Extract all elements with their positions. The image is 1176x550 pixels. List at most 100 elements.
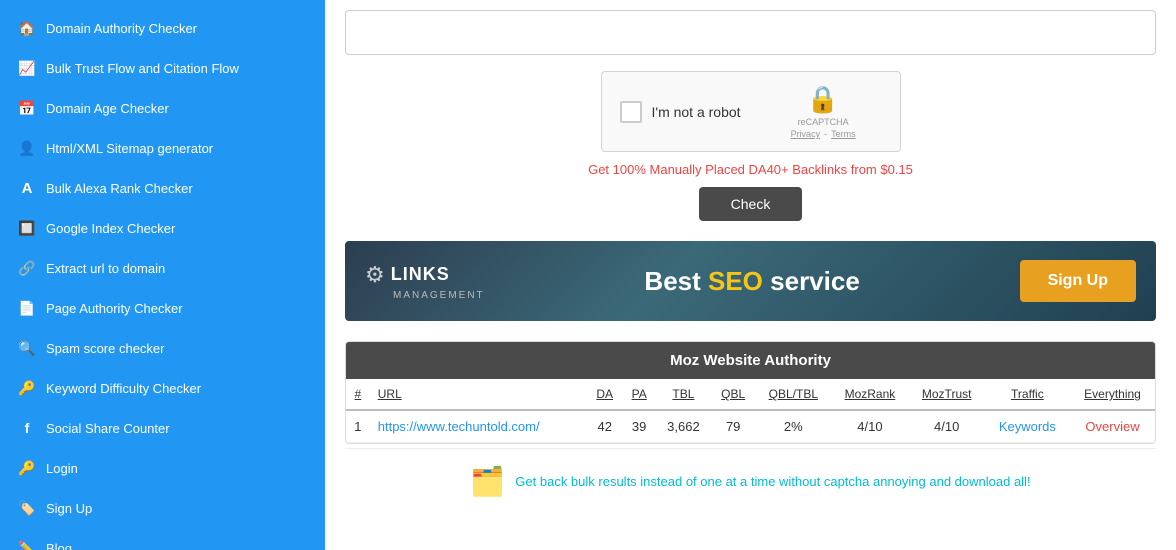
cell-pa: 39 xyxy=(622,410,656,443)
chart-icon: 📈 xyxy=(18,59,36,77)
sidebar: 🏠 Domain Authority Checker 📈 Bulk Trust … xyxy=(0,0,325,550)
sidebar-item-extract-url[interactable]: 🔗 Extract url to domain xyxy=(0,248,325,288)
sidebar-item-label: Bulk Trust Flow and Citation Flow xyxy=(46,61,239,76)
sidebar-item-bulk-trust-flow[interactable]: 📈 Bulk Trust Flow and Citation Flow xyxy=(0,48,325,88)
sidebar-item-label: Spam score checker xyxy=(46,341,165,356)
sidebar-item-html-sitemap[interactable]: 👤 Html/XML Sitemap generator xyxy=(0,128,325,168)
banner-signup-button[interactable]: Sign Up xyxy=(1020,260,1136,302)
table-header-row: # URL DA PA TBL QBL QBL/TBL MozRank MozT… xyxy=(346,379,1155,410)
col-mozrank: MozRank xyxy=(831,379,908,410)
promo-text: Get 100% Manually Placed DA40+ Backlinks… xyxy=(345,162,1156,177)
captcha-box: I'm not a robot 🔒 reCAPTCHA Privacy - Te… xyxy=(601,71,901,152)
col-everything: Everything xyxy=(1070,379,1155,410)
col-num: # xyxy=(346,379,370,410)
cell-moztrust: 4/10 xyxy=(909,410,985,443)
sidebar-item-social-share[interactable]: f Social Share Counter xyxy=(0,408,325,448)
col-traffic: Traffic xyxy=(985,379,1070,410)
everything-link[interactable]: Overview xyxy=(1085,419,1139,434)
captcha-checkbox[interactable] xyxy=(620,101,642,123)
sidebar-item-label: Domain Age Checker xyxy=(46,101,169,116)
url-textarea-wrapper xyxy=(345,10,1156,55)
login-icon: 🔑 xyxy=(18,459,36,477)
col-url: URL xyxy=(370,379,587,410)
captcha-label: I'm not a robot xyxy=(652,104,741,120)
col-qbl-tbl: QBL/TBL xyxy=(755,379,831,410)
links-management-banner: ⚙ LINKS MANAGEMENT Best SEO service Sign… xyxy=(345,241,1156,321)
url-textarea[interactable] xyxy=(346,11,1155,51)
page-icon: 📄 xyxy=(18,299,36,317)
sidebar-item-label: Sign Up xyxy=(46,501,92,516)
moz-table: # URL DA PA TBL QBL QBL/TBL MozRank MozT… xyxy=(346,379,1155,443)
sidebar-item-google-index[interactable]: 🔲 Google Index Checker xyxy=(0,208,325,248)
moz-table-wrapper: Moz Website Authority # URL DA PA TBL QB… xyxy=(345,341,1156,444)
tagline-prefix: Best xyxy=(644,266,708,296)
table-row: 1 https://www.techuntold.com/ 42 39 3,66… xyxy=(346,410,1155,443)
facebook-icon: f xyxy=(18,419,36,437)
cell-num: 1 xyxy=(346,410,370,443)
link-icon: 🔗 xyxy=(18,259,36,277)
tagline-suffix: service xyxy=(763,266,860,296)
captcha-right: 🔒 reCAPTCHA Privacy - Terms xyxy=(791,84,856,139)
signup-icon: 🏷️ xyxy=(18,499,36,517)
cell-tbl: 3,662 xyxy=(656,410,711,443)
calendar-icon: 📅 xyxy=(18,99,36,117)
sidebar-item-label: Login xyxy=(46,461,78,476)
col-moztrust: MozTrust xyxy=(909,379,985,410)
recaptcha-terms[interactable]: Terms xyxy=(831,129,856,139)
col-da: DA xyxy=(587,379,622,410)
col-pa: PA xyxy=(622,379,656,410)
sidebar-item-keyword-difficulty[interactable]: 🔑 Keyword Difficulty Checker xyxy=(0,368,325,408)
sidebar-item-label: Extract url to domain xyxy=(46,261,165,276)
tagline-seo: SEO xyxy=(708,266,763,296)
main-content: I'm not a robot 🔒 reCAPTCHA Privacy - Te… xyxy=(325,0,1176,550)
col-qbl: QBL xyxy=(711,379,755,410)
cell-url: https://www.techuntold.com/ xyxy=(370,410,587,443)
moz-table-title: Moz Website Authority xyxy=(346,342,1155,379)
traffic-link[interactable]: Keywords xyxy=(999,419,1056,434)
check-button[interactable]: Check xyxy=(699,187,803,221)
sidebar-item-label: Blog xyxy=(46,541,72,550)
alexa-icon: A xyxy=(18,179,36,197)
banner-logo: ⚙ LINKS MANAGEMENT xyxy=(365,262,485,301)
sidebar-item-label: Page Authority Checker xyxy=(46,301,183,316)
url-link[interactable]: https://www.techuntold.com/ xyxy=(378,419,540,434)
blog-icon: ✏️ xyxy=(18,539,36,550)
col-tbl: TBL xyxy=(656,379,711,410)
bottom-promo: 🗂️ Get back bulk results instead of one … xyxy=(345,448,1156,514)
sidebar-item-domain-authority[interactable]: 🏠 Domain Authority Checker xyxy=(0,8,325,48)
captcha-left: I'm not a robot xyxy=(620,101,741,123)
recaptcha-privacy[interactable]: Privacy xyxy=(791,129,821,139)
sidebar-item-blog[interactable]: ✏️ Blog xyxy=(0,528,325,550)
sidebar-item-label: Bulk Alexa Rank Checker xyxy=(46,181,193,196)
promo-icon: 🗂️ xyxy=(470,465,505,498)
sidebar-item-domain-age[interactable]: 📅 Domain Age Checker xyxy=(0,88,325,128)
cell-qbl: 79 xyxy=(711,410,755,443)
home-icon: 🏠 xyxy=(18,19,36,37)
sidebar-item-label: Keyword Difficulty Checker xyxy=(46,381,201,396)
sidebar-item-page-authority[interactable]: 📄 Page Authority Checker xyxy=(0,288,325,328)
sidebar-item-label: Google Index Checker xyxy=(46,221,175,236)
search-icon: 🔍 xyxy=(18,339,36,357)
cell-traffic: Keywords xyxy=(985,410,1070,443)
recaptcha-brand: reCAPTCHA xyxy=(798,117,849,127)
banner-logo-sub: MANAGEMENT xyxy=(393,290,485,301)
google-icon: 🔲 xyxy=(18,219,36,237)
key-icon: 🔑 xyxy=(18,379,36,397)
captcha-row: I'm not a robot 🔒 reCAPTCHA Privacy - Te… xyxy=(345,71,1156,152)
bottom-promo-text: Get back bulk results instead of one at … xyxy=(515,474,1030,489)
sidebar-item-signup[interactable]: 🏷️ Sign Up xyxy=(0,488,325,528)
cell-mozrank: 4/10 xyxy=(831,410,908,443)
banner-logo-top: ⚙ LINKS xyxy=(365,262,450,288)
sidebar-item-spam-score[interactable]: 🔍 Spam score checker xyxy=(0,328,325,368)
links-logo-icon: ⚙ xyxy=(365,262,385,288)
banner-logo-text: LINKS xyxy=(391,264,450,285)
cell-everything: Overview xyxy=(1070,410,1155,443)
sidebar-item-bulk-alexa[interactable]: A Bulk Alexa Rank Checker xyxy=(0,168,325,208)
sidebar-item-label: Html/XML Sitemap generator xyxy=(46,141,213,156)
recaptcha-logo-icon: 🔒 xyxy=(807,84,839,115)
cell-da: 42 xyxy=(587,410,622,443)
person-icon: 👤 xyxy=(18,139,36,157)
sidebar-item-label: Domain Authority Checker xyxy=(46,21,197,36)
sidebar-item-login[interactable]: 🔑 Login xyxy=(0,448,325,488)
check-btn-row: Check xyxy=(345,187,1156,221)
